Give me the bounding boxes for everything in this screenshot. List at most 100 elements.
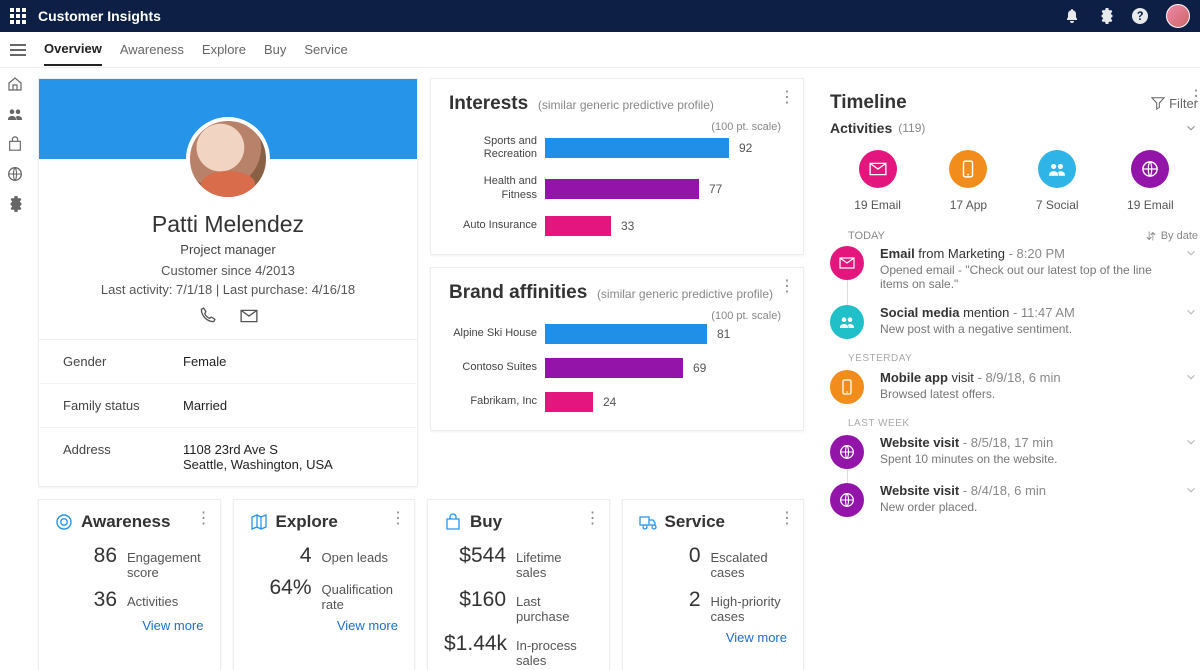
phone-icon[interactable] — [949, 150, 987, 188]
timeline-item[interactable]: Mobile app visit - 8/9/18, 6 min Browsed… — [830, 370, 1198, 404]
sort-button[interactable]: By date — [1145, 230, 1198, 242]
nav-home-icon[interactable] — [7, 76, 23, 92]
chart-value: 69 — [693, 361, 706, 375]
chart-value: 92 — [739, 141, 752, 155]
buy-title: Buy — [470, 512, 502, 532]
service-card: ⋮ Service 0Escalated cases 2High-priorit… — [622, 499, 805, 670]
timeline-item[interactable]: Email from Marketing - 8:20 PM Opened em… — [830, 246, 1198, 291]
mail-icon[interactable] — [240, 307, 258, 325]
activity-summary[interactable]: 17 App — [949, 150, 987, 212]
chevron-down-icon[interactable] — [1184, 370, 1198, 384]
chevron-down-icon[interactable] — [1184, 246, 1198, 260]
stat-value: $1.44k — [444, 632, 506, 656]
profile-activity: Last activity: 7/1/18 | Last purchase: 4… — [59, 282, 397, 297]
stat-value: 4 — [250, 544, 312, 568]
chevron-down-icon[interactable] — [1184, 121, 1198, 135]
chart-value: 77 — [709, 182, 722, 196]
more-icon[interactable]: ⋮ — [779, 508, 795, 528]
profile-name: Patti Melendez — [59, 211, 397, 238]
filter-icon — [1151, 96, 1165, 110]
stat-value: 64% — [250, 576, 312, 600]
tab-awareness[interactable]: Awareness — [120, 34, 184, 65]
stat-label: Engagement score — [127, 550, 204, 580]
tab-explore[interactable]: Explore — [202, 34, 246, 65]
mail-icon — [830, 246, 864, 280]
profile-card: Patti Melendez Project manager Customer … — [38, 78, 418, 487]
mail-icon[interactable] — [859, 150, 897, 188]
profile-avatar — [186, 117, 270, 201]
people-icon[interactable] — [1038, 150, 1076, 188]
activity-summary[interactable]: 7 Social — [1036, 150, 1079, 212]
truck-icon — [639, 513, 657, 531]
chevron-down-icon[interactable] — [1184, 305, 1198, 319]
more-icon[interactable]: ⋮ — [390, 508, 406, 528]
nav-config-icon[interactable] — [7, 196, 23, 212]
tab-buy[interactable]: Buy — [264, 34, 286, 65]
activity-summary[interactable]: 19 Email — [1127, 150, 1174, 212]
affinities-card: ⋮ Brand affinities (similar generic pred… — [430, 267, 804, 431]
chart-category: Alpine Ski House — [449, 327, 545, 340]
stat-label: Last purchase — [516, 594, 593, 624]
more-icon[interactable]: ⋮ — [585, 508, 601, 528]
sort-label: By date — [1161, 230, 1198, 242]
stat-label: Lifetime sales — [516, 550, 593, 580]
help-icon[interactable] — [1132, 8, 1148, 24]
interests-subtitle: (similar generic predictive profile) — [538, 98, 714, 112]
app-launcher-icon[interactable] — [10, 8, 26, 24]
more-icon[interactable]: ⋮ — [779, 276, 795, 296]
map-icon — [250, 513, 268, 531]
user-avatar[interactable] — [1166, 4, 1190, 28]
detail-value: 1108 23rd Ave SSeattle, Washington, USA — [183, 442, 333, 472]
stat-value: $544 — [444, 544, 506, 568]
detail-row: Address1108 23rd Ave SSeattle, Washingto… — [39, 428, 417, 486]
chart-bar — [545, 216, 611, 236]
stat-label: Escalated cases — [711, 550, 788, 580]
nav-contacts-icon[interactable] — [7, 106, 23, 122]
chevron-down-icon[interactable] — [1184, 483, 1198, 497]
stat-value: 36 — [55, 588, 117, 612]
nav-globe-icon[interactable] — [7, 166, 23, 182]
detail-value: Female — [183, 354, 226, 369]
menu-icon[interactable] — [10, 44, 26, 56]
detail-label: Address — [63, 442, 183, 472]
timeline-item[interactable]: Social media mention - 11:47 AM New post… — [830, 305, 1198, 339]
chart-category: Auto Insurance — [449, 219, 545, 232]
chart-row: Health and Fitness 77 — [449, 175, 785, 201]
timeline-item-desc: New post with a negative sentiment. — [880, 322, 1168, 336]
view-more-link[interactable]: View more — [726, 630, 787, 645]
stat-label: Activities — [127, 594, 178, 609]
activity-caption: 19 Email — [854, 198, 901, 212]
globe-icon[interactable] — [1131, 150, 1169, 188]
chart-bar — [545, 179, 699, 199]
chart-category: Contoso Suites — [449, 361, 545, 374]
phone-icon[interactable] — [198, 307, 216, 325]
affinities-scale: (100 pt. scale) — [449, 310, 781, 322]
timeline-item[interactable]: Website visit - 8/5/18, 17 min Spent 10 … — [830, 435, 1198, 469]
more-icon[interactable]: ⋮ — [779, 87, 795, 107]
tab-service[interactable]: Service — [304, 34, 347, 65]
profile-role: Project manager — [59, 242, 397, 257]
activities-label: Activities — [830, 120, 892, 136]
interests-title: Interests — [449, 93, 528, 114]
view-more-link[interactable]: View more — [337, 618, 398, 633]
activities-header[interactable]: Activities (119) — [830, 120, 1198, 136]
activity-summary[interactable]: 19 Email — [854, 150, 901, 212]
chart-row: Contoso Suites 69 — [449, 358, 785, 378]
gear-icon[interactable] — [1098, 8, 1114, 24]
more-icon[interactable]: ⋮ — [196, 508, 212, 528]
timeline-item[interactable]: Website visit - 8/4/18, 6 min New order … — [830, 483, 1198, 517]
today-label: TODAY — [848, 230, 885, 242]
explore-title: Explore — [276, 512, 338, 532]
timeline-item-title: Social media mention - 11:47 AM — [880, 305, 1168, 320]
chart-bar — [545, 324, 707, 344]
timeline-item-desc: Spent 10 minutes on the website. — [880, 452, 1168, 466]
tab-overview[interactable]: Overview — [44, 33, 102, 66]
bell-icon[interactable] — [1064, 8, 1080, 24]
chart-value: 81 — [717, 327, 730, 341]
nav-cart-icon[interactable] — [7, 136, 23, 152]
globe-icon — [830, 483, 864, 517]
more-icon[interactable]: ⋮ — [1188, 86, 1200, 106]
timeline-item-title: Website visit - 8/4/18, 6 min — [880, 483, 1168, 498]
view-more-link[interactable]: View more — [142, 618, 203, 633]
chevron-down-icon[interactable] — [1184, 435, 1198, 449]
